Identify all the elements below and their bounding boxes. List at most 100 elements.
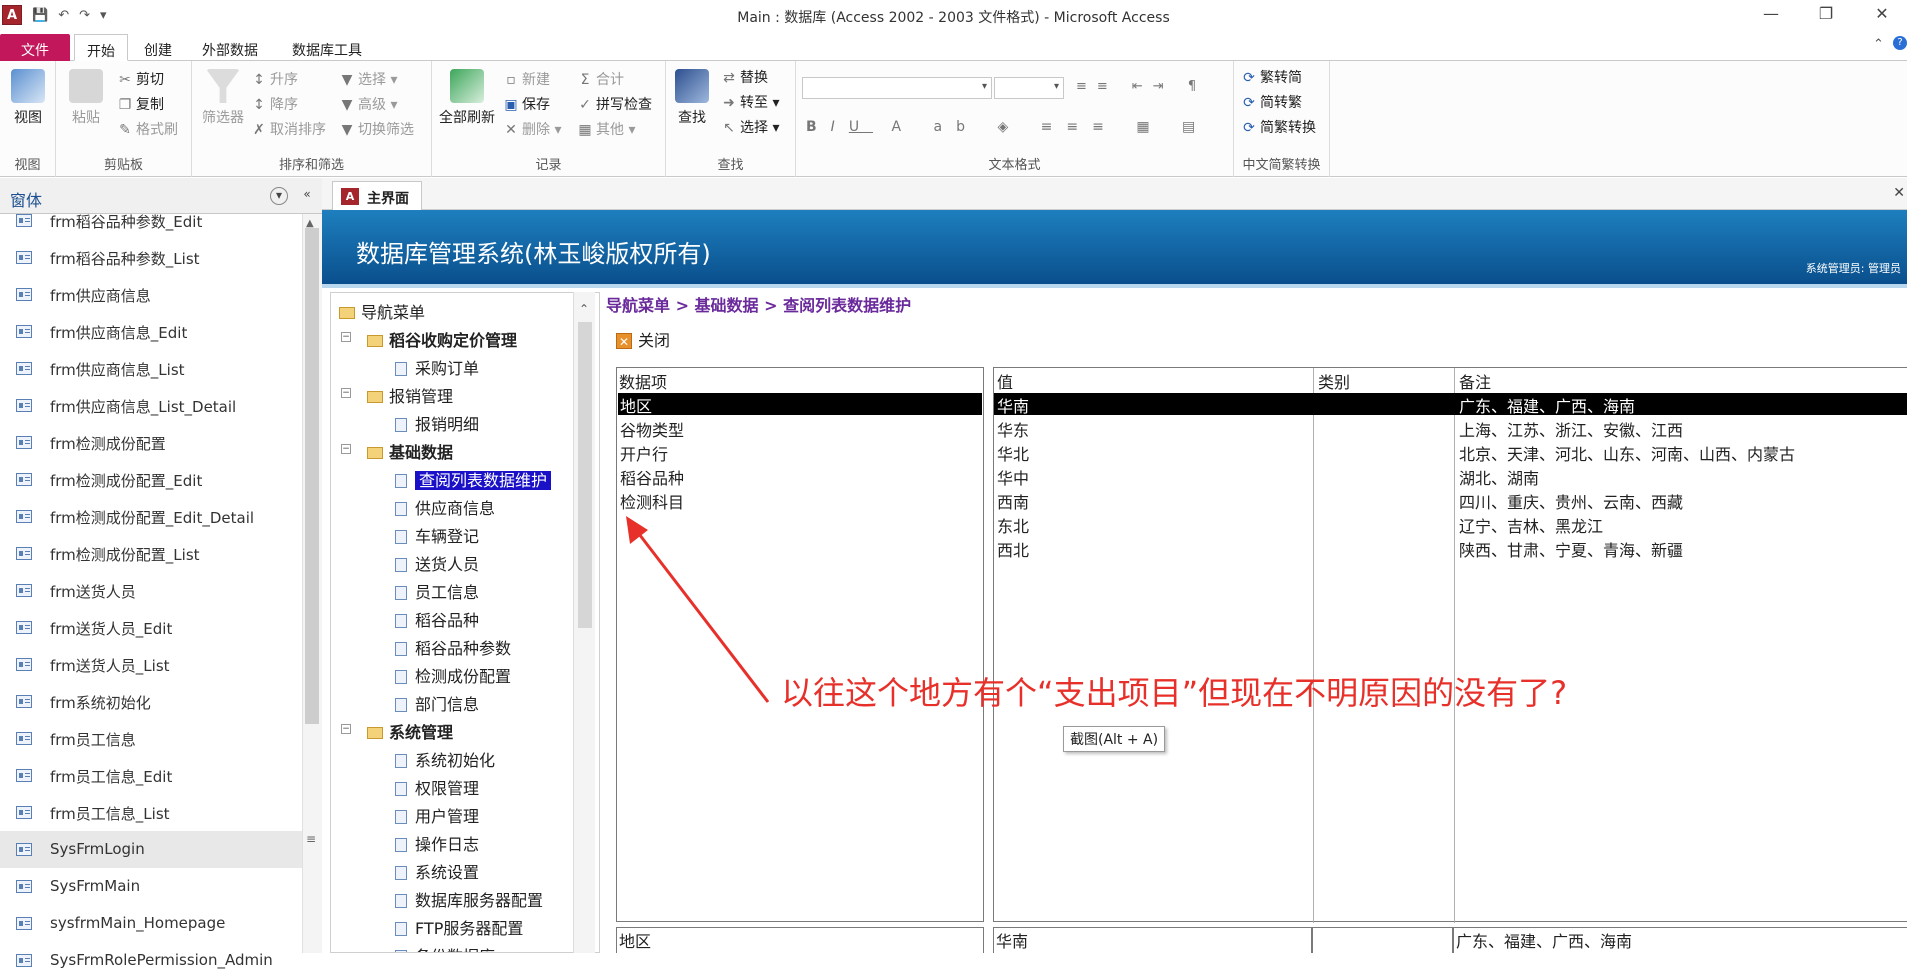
collapse-ribbon-icon[interactable]: ⌃ [1873,37,1884,52]
tree-leaf[interactable]: 备份数据库 [395,943,495,952]
toggle-filter-button[interactable]: ▼ 切换筛选 [340,119,414,139]
tree-leaf[interactable]: 用户管理 [395,803,479,827]
tab-main-interface[interactable]: A 主界面 [332,181,422,210]
find-select-button[interactable]: ↖ 选择 ▾ [722,117,779,137]
format-painter-button[interactable]: ✎ 格式刷 [118,119,178,139]
delete-record-button[interactable]: ✕ 删除 ▾ [504,119,561,139]
tree-leaf[interactable]: 报销明细 [395,411,479,435]
tab-external-data[interactable]: 外部数据 [190,34,270,61]
table-row[interactable]: 华北 北京、天津、河北、山东、河南、山西、内蒙古 [994,441,1907,464]
nav-item[interactable]: SysFrmMain [0,868,302,905]
paste-button[interactable]: 粘贴 [64,69,108,127]
tree-group[interactable]: 系统管理 [367,719,453,743]
nav-item[interactable]: frm供应商信息 [0,276,302,313]
collapse-toggle-icon[interactable]: − [341,388,351,398]
tree-group[interactable]: 稻谷收购定价管理 [367,327,517,351]
font-name-select[interactable]: ▾ [802,77,992,99]
tree-leaf[interactable]: 权限管理 [395,775,479,799]
tab-home[interactable]: 开始 [74,34,128,61]
nav-item[interactable]: frm检测成份配置_Edit_Detail [0,498,302,535]
goto-button[interactable]: ➜ 转至 ▾ [722,92,779,112]
tree-leaf[interactable]: 系统初始化 [395,747,495,771]
copy-button[interactable]: ❐ 复制 [118,94,164,114]
other-button[interactable]: ▦ 其他 ▾ [578,119,635,139]
view-button[interactable]: 视图 [6,69,50,127]
collapse-toggle-icon[interactable]: − [341,444,351,454]
help-icon[interactable]: ? [1893,36,1907,50]
tree-leaf[interactable]: 供应商信息 [395,495,495,519]
collapse-toggle-icon[interactable]: − [341,724,351,734]
find-button[interactable]: 查找 [670,69,714,127]
detail-item-field[interactable]: 地区 [616,927,984,953]
advanced-button[interactable]: ▼ 高级 ▾ [340,94,398,114]
tree-leaf[interactable]: FTP服务器配置 [395,915,523,939]
nav-item[interactable]: frm系统初始化 [0,683,302,720]
nav-item[interactable]: frm员工信息 [0,720,302,757]
table-row[interactable]: 西北 陕西、甘肃、宁夏、青海、新疆 [994,537,1907,560]
tree-leaf[interactable]: 系统设置 [395,859,479,883]
tree-scrollbar[interactable]: ⌃ [573,292,595,953]
tree-leaf[interactable]: 查阅列表数据维护 [395,467,552,491]
minimize-icon[interactable]: — [1751,4,1791,23]
nav-item[interactable]: frm稻谷品种参数_Edit [0,202,302,239]
save-record-button[interactable]: ▣ 保存 [504,94,550,114]
tree-leaf[interactable]: 稻谷品种参数 [395,635,511,659]
data-item[interactable]: 稻谷品种 [618,465,982,488]
tree-group[interactable]: 基础数据 [367,439,453,463]
collapse-toggle-icon[interactable]: − [341,332,351,342]
nav-item[interactable]: frm检测成份配置_List [0,535,302,572]
detail-note-field[interactable]: 广东、福建、广西、海南 [1453,927,1907,953]
nav-scroll-thumb[interactable] [305,228,319,724]
filter-button[interactable]: 筛选器 [198,69,248,127]
tree-leaf[interactable]: 部门信息 [395,691,479,715]
selection-button[interactable]: ▼ 选择 ▾ [340,69,398,89]
cut-button[interactable]: ✂ 剪切 [118,69,164,89]
tree-scroll-up-icon[interactable]: ⌃ [579,302,589,316]
data-item[interactable]: 地区 [618,393,982,416]
nav-item[interactable]: frm送货人员 [0,572,302,609]
format-buttons[interactable]: BIU A ab ◈ ≡≡≡ ▦ ▤ [806,119,1209,135]
tab-file[interactable]: 文件 [0,34,70,61]
nav-item[interactable]: frm检测成份配置_Edit [0,461,302,498]
table-row[interactable]: 华中 湖北、湖南 [994,465,1907,488]
tree-leaf[interactable]: 检测成份配置 [395,663,511,687]
tab-create[interactable]: 创建 [132,34,184,61]
tree-group[interactable]: 报销管理 [367,383,453,407]
detail-category-field[interactable] [1312,927,1453,953]
font-size-select[interactable]: ▾ [994,77,1064,99]
nav-item[interactable]: frm供应商信息_List [0,350,302,387]
detail-value-field[interactable]: 华南 [993,927,1312,953]
sort-desc-button[interactable]: ↕ 降序 [252,94,298,114]
nav-item[interactable]: sysfrmMain_Homepage [0,905,302,942]
nav-item[interactable]: frm供应商信息_Edit [0,313,302,350]
tree-leaf[interactable]: 送货人员 [395,551,479,575]
tree-leaf[interactable]: 稻谷品种 [395,607,479,631]
convert-button[interactable]: ⟳ 简繁转换 [1242,117,1316,137]
tab-database-tools[interactable]: 数据库工具 [280,34,374,61]
close-button[interactable]: ✕ 关闭 [616,327,670,351]
close-doc-icon[interactable]: ✕ [1893,185,1905,201]
nav-item[interactable]: frm供应商信息_List_Detail [0,387,302,424]
clear-sort-button[interactable]: ✗ 取消排序 [252,119,326,139]
nav-item[interactable]: SysFrmRolePermission_Admin [0,942,302,979]
nav-item[interactable]: frm员工信息_Edit [0,757,302,794]
data-item[interactable]: 开户行 [618,441,982,464]
table-row[interactable]: 华东 上海、江苏、浙江、安徽、江西 [994,417,1907,440]
tree-leaf[interactable]: 数据库服务器配置 [395,887,543,911]
to-simplified-button[interactable]: ⟳ 简转繁 [1242,92,1302,112]
totals-button[interactable]: Σ 合计 [578,69,624,89]
values-table[interactable]: 值 类别 备注 华南 广东、福建、广西、海南 华东 上海、江苏、浙江、安徽、江西 华北 北… [993,367,1907,923]
to-traditional-button[interactable]: ⟳ 繁转简 [1242,67,1302,87]
tree-leaf[interactable]: 车辆登记 [395,523,479,547]
nav-scrollbar[interactable]: ▲ ≡ [302,214,322,953]
refresh-all-button[interactable]: 全部刷新 [436,69,498,127]
nav-item[interactable]: frm送货人员_Edit [0,609,302,646]
new-record-button[interactable]: ▫ 新建 [504,69,550,89]
nav-item[interactable]: SysFrmLogin [0,831,302,868]
table-row[interactable]: 东北 辽宁、吉林、黑龙江 [994,513,1907,536]
tree-leaf[interactable]: 采购订单 [395,355,479,379]
close-window-icon[interactable]: ✕ [1862,4,1902,23]
table-row[interactable]: 西南 四川、重庆、贵州、云南、西藏 [994,489,1907,512]
tree-leaf[interactable]: 操作日志 [395,831,479,855]
tree-leaf[interactable]: 员工信息 [395,579,479,603]
